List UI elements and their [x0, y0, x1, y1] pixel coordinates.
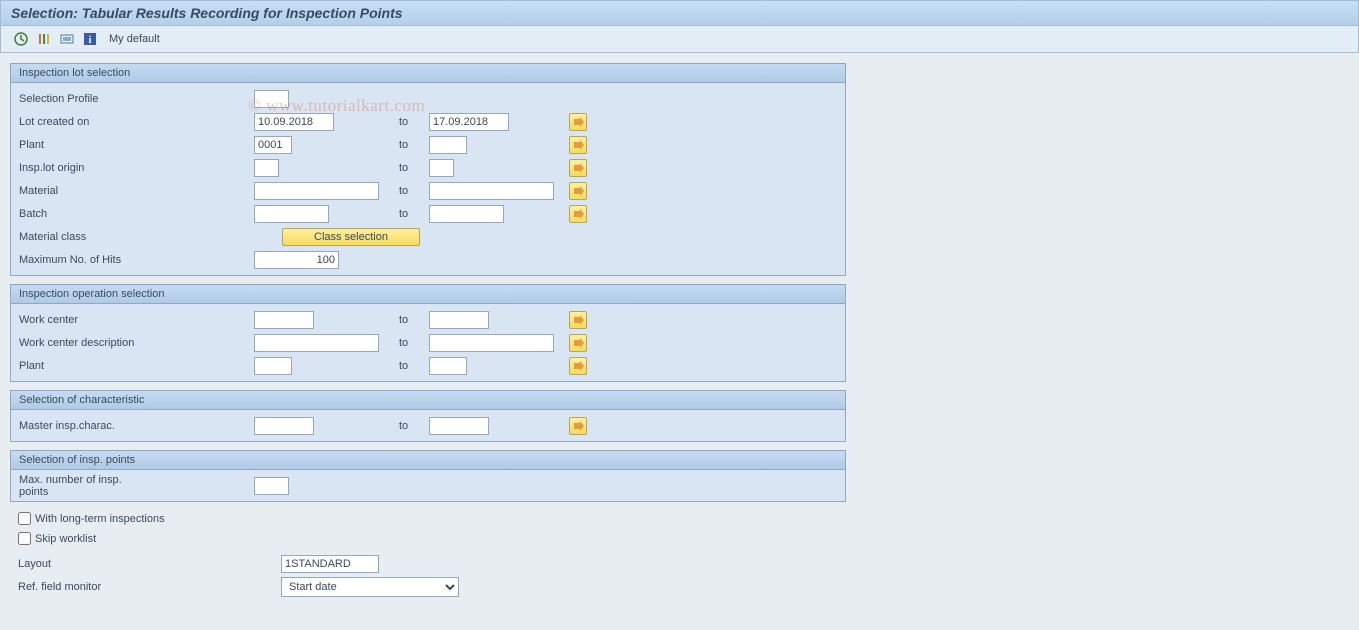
plant-range-button[interactable] — [569, 136, 587, 154]
ref-field-label: Ref. field monitor — [18, 581, 281, 593]
selection-profile-input[interactable] — [254, 90, 289, 108]
long-term-checkbox[interactable] — [18, 512, 31, 525]
inspection-lot-group: Inspection lot selection Selection Profi… — [10, 63, 846, 276]
skip-worklist-checkbox[interactable] — [18, 532, 31, 545]
variants-icon[interactable] — [57, 30, 77, 48]
select-icon[interactable] — [34, 30, 54, 48]
max-hits-input[interactable] — [254, 251, 339, 269]
plant-label: Plant — [19, 139, 154, 151]
origin-range-button[interactable] — [569, 159, 587, 177]
characteristic-group-title: Selection of characteristic — [10, 390, 846, 410]
work-center-range-button[interactable] — [569, 311, 587, 329]
insp-points-group: Selection of insp. points Max. number of… — [10, 450, 846, 502]
lot-created-label: Lot created on — [19, 116, 154, 128]
to-label: to — [399, 139, 429, 151]
page-title: Selection: Tabular Results Recording for… — [11, 5, 403, 21]
info-icon[interactable]: i — [80, 30, 100, 48]
origin-from-input[interactable] — [254, 159, 279, 177]
to-label: to — [399, 314, 429, 326]
svg-text:i: i — [89, 35, 92, 46]
class-selection-button[interactable]: Class selection — [282, 228, 420, 246]
lot-created-to-input[interactable] — [429, 113, 509, 131]
origin-to-input[interactable] — [429, 159, 454, 177]
work-center-to-input[interactable] — [429, 311, 489, 329]
batch-range-button[interactable] — [569, 205, 587, 223]
material-range-button[interactable] — [569, 182, 587, 200]
plant-to-input[interactable] — [429, 136, 467, 154]
layout-label: Layout — [18, 558, 281, 570]
op-plant-from-input[interactable] — [254, 357, 292, 375]
max-ip-label: Max. number of insp. points — [19, 474, 154, 498]
layout-input[interactable] — [281, 555, 379, 573]
execute-icon[interactable] — [11, 30, 31, 48]
master-charac-to-input[interactable] — [429, 417, 489, 435]
to-label: to — [399, 185, 429, 197]
wc-desc-range-button[interactable] — [569, 334, 587, 352]
master-charac-range-button[interactable] — [569, 417, 587, 435]
ref-field-select[interactable]: Start date — [281, 577, 459, 597]
batch-from-input[interactable] — [254, 205, 329, 223]
to-label: to — [399, 162, 429, 174]
material-to-input[interactable] — [429, 182, 554, 200]
origin-label: Insp.lot origin — [19, 162, 154, 174]
insp-points-group-title: Selection of insp. points — [10, 450, 846, 470]
to-label: to — [399, 360, 429, 372]
max-ip-input[interactable] — [254, 477, 289, 495]
batch-label: Batch — [19, 208, 154, 220]
master-charac-label: Master insp.charac. — [19, 420, 154, 432]
op-plant-label: Plant — [19, 360, 154, 372]
wc-desc-label: Work center description — [19, 337, 154, 349]
selection-profile-label: Selection Profile — [19, 93, 154, 105]
inspection-lot-group-title: Inspection lot selection — [10, 63, 846, 83]
material-from-input[interactable] — [254, 182, 379, 200]
page-title-bar: Selection: Tabular Results Recording for… — [0, 0, 1359, 26]
long-term-label: With long-term inspections — [35, 513, 165, 525]
lot-created-from-input[interactable] — [254, 113, 334, 131]
my-default-button[interactable]: My default — [109, 33, 160, 45]
material-label: Material — [19, 185, 154, 197]
wc-desc-from-input[interactable] — [254, 334, 379, 352]
toolbar: i My default — [0, 26, 1359, 53]
work-center-label: Work center — [19, 314, 154, 326]
material-class-label: Material class — [19, 231, 154, 243]
work-center-from-input[interactable] — [254, 311, 314, 329]
to-label: to — [399, 208, 429, 220]
max-hits-label: Maximum No. of Hits — [19, 254, 154, 266]
inspection-operation-group: Inspection operation selection Work cent… — [10, 284, 846, 382]
op-plant-to-input[interactable] — [429, 357, 467, 375]
to-label: to — [399, 116, 429, 128]
batch-to-input[interactable] — [429, 205, 504, 223]
plant-from-input[interactable] — [254, 136, 292, 154]
characteristic-group: Selection of characteristic Master insp.… — [10, 390, 846, 442]
inspection-operation-group-title: Inspection operation selection — [10, 284, 846, 304]
to-label: to — [399, 420, 429, 432]
skip-worklist-label: Skip worklist — [35, 533, 96, 545]
lot-created-range-button[interactable] — [569, 113, 587, 131]
op-plant-range-button[interactable] — [569, 357, 587, 375]
master-charac-from-input[interactable] — [254, 417, 314, 435]
to-label: to — [399, 337, 429, 349]
wc-desc-to-input[interactable] — [429, 334, 554, 352]
